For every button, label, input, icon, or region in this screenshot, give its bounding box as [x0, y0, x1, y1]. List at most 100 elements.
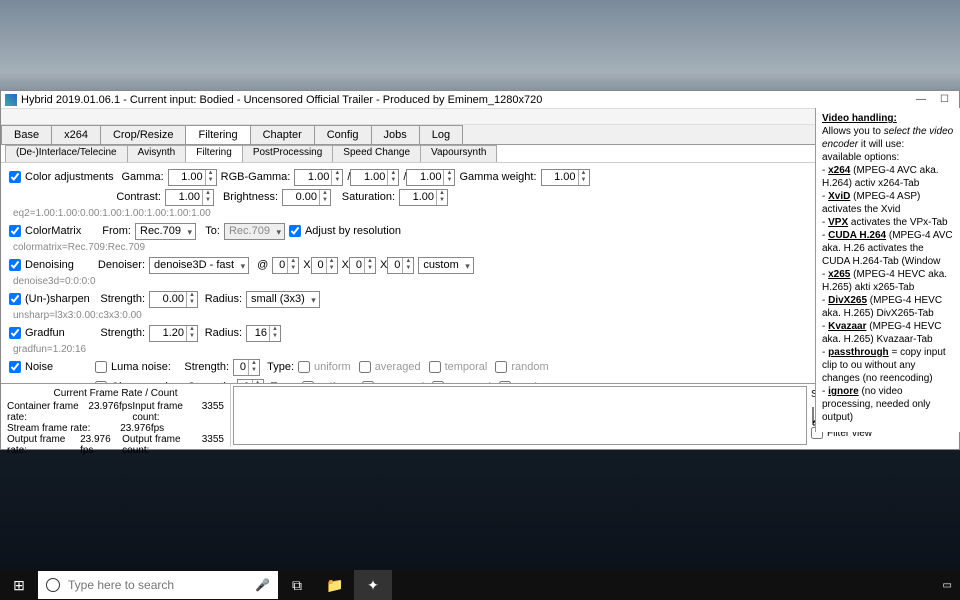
chroma-str-spin[interactable]: ▲▼ — [237, 379, 264, 384]
bright-label: Brightness: — [218, 191, 278, 203]
from-select[interactable]: Rec.709 — [135, 223, 196, 240]
sharp-checkbox[interactable] — [9, 293, 21, 305]
dn4-spin[interactable]: ▲▼ — [387, 257, 414, 274]
tab-crop[interactable]: Crop/Resize — [100, 125, 187, 144]
hybrid-taskbar-button[interactable]: ✦ — [354, 570, 392, 600]
rgb-label: RGB-Gamma: — [221, 171, 291, 183]
app-icon — [5, 94, 17, 106]
gamma-spin[interactable]: ▲▼ — [168, 169, 217, 186]
sharp-label: (Un-)sharpen — [25, 293, 95, 305]
dn1-spin[interactable]: ▲▼ — [272, 257, 299, 274]
luma-checkbox[interactable] — [95, 361, 107, 373]
rgb2-spin[interactable]: ▲▼ — [350, 169, 399, 186]
adjres-label: Adjust by resolution — [305, 225, 401, 237]
luma-temp-cb[interactable] — [429, 361, 441, 373]
preview-area — [233, 386, 807, 445]
gw-label: Gamma weight: — [459, 171, 536, 183]
maximize-button[interactable]: ☐ — [940, 94, 949, 105]
to-label: To: — [200, 225, 220, 237]
tab-chapter[interactable]: Chapter — [250, 125, 315, 144]
search-input[interactable] — [68, 578, 255, 592]
chroma-type-label: Type: — [268, 381, 298, 383]
sharp-rad-select[interactable]: small (3x3) — [246, 291, 320, 308]
taskview-button[interactable]: ⧉ — [278, 570, 316, 600]
grad-checkbox[interactable] — [9, 327, 21, 339]
tab-base[interactable]: Base — [1, 125, 52, 144]
luma-avg-cb[interactable] — [359, 361, 371, 373]
color-label: Color adjustments — [25, 171, 114, 183]
grad-hint: gradfun=1.20:16 — [13, 344, 951, 355]
chroma-avg-cb[interactable] — [362, 381, 374, 383]
luma-uniform-cb[interactable] — [298, 361, 310, 373]
help-title: Video handling: — [822, 113, 897, 124]
from-label: From: — [95, 225, 131, 237]
chroma-rand-cb[interactable] — [499, 381, 511, 383]
titlebar: Hybrid 2019.01.06.1 - Current input: Bod… — [1, 91, 959, 109]
subtab-filtering[interactable]: Filtering — [185, 145, 243, 162]
dn-mode-select[interactable]: custom — [418, 257, 473, 274]
denoiser-select[interactable]: denoise3D - fast — [149, 257, 249, 274]
tab-jobs[interactable]: Jobs — [371, 125, 420, 144]
denoise-hint: denoise3d=0:0:0:0 — [13, 276, 951, 287]
start-button[interactable]: ⊞ — [0, 570, 38, 600]
sharp-str-spin[interactable]: ▲▼ — [149, 291, 198, 308]
luma-str-label: Strength: — [179, 361, 229, 373]
subtab-vapoursynth[interactable]: Vapoursynth — [420, 145, 497, 162]
noise-checkbox[interactable] — [9, 361, 21, 373]
sharp-rad-label: Radius: — [202, 293, 242, 305]
luma-type-label: Type: — [264, 361, 294, 373]
chroma-checkbox[interactable] — [95, 381, 107, 383]
sharp-str-label: Strength: — [95, 293, 145, 305]
chroma-uniform-cb[interactable] — [302, 381, 314, 383]
dn3-spin[interactable]: ▲▼ — [349, 257, 376, 274]
tab-filtering[interactable]: Filtering — [185, 125, 250, 144]
grad-str-spin[interactable]: ▲▼ — [149, 325, 198, 342]
luma-label: Luma noise: — [111, 361, 179, 373]
chroma-label: Chroma noise: — [111, 381, 183, 383]
system-tray[interactable]: ▭ — [943, 580, 960, 591]
color-checkbox[interactable] — [9, 171, 21, 183]
cmatrix-checkbox[interactable] — [9, 225, 21, 237]
tab-config[interactable]: Config — [314, 125, 372, 144]
color-hint: eq2=1.00:1.00:0.00:1.00:1.00:1.00:1.00:1… — [13, 208, 951, 219]
grad-rad-label: Radius: — [202, 327, 242, 339]
cmatrix-hint: colormatrix=Rec.709:Rec.709 — [13, 242, 951, 253]
gamma-label: Gamma: — [114, 171, 164, 183]
search-box[interactable]: 🎤 — [38, 571, 278, 599]
mic-icon[interactable]: 🎤 — [255, 578, 270, 592]
explorer-button[interactable]: 📁 — [316, 570, 354, 600]
sat-spin[interactable]: ▲▼ — [399, 189, 448, 206]
denoise-label: Denoising — [25, 259, 95, 271]
tab-x264[interactable]: x264 — [51, 125, 101, 144]
cmatrix-label: ColorMatrix — [25, 225, 95, 237]
at-label: @ — [257, 259, 268, 271]
to-select: Rec.709 — [224, 223, 285, 240]
chroma-temp-cb[interactable] — [432, 381, 444, 383]
tray-icon[interactable]: ▭ — [943, 580, 952, 591]
minimize-button[interactable]: — — [916, 94, 926, 105]
rgb1-spin[interactable]: ▲▼ — [294, 169, 343, 186]
window-title: Hybrid 2019.01.06.1 - Current input: Bod… — [21, 94, 542, 106]
dn2-spin[interactable]: ▲▼ — [311, 257, 338, 274]
gw-spin[interactable]: ▲▼ — [541, 169, 590, 186]
rgb3-spin[interactable]: ▲▼ — [406, 169, 455, 186]
subtab-avisynth[interactable]: Avisynth — [127, 145, 187, 162]
denoise-checkbox[interactable] — [9, 259, 21, 271]
sharp-hint: unsharp=l3x3:0.00:c3x3:0.00 — [13, 310, 951, 321]
luma-rand-cb[interactable] — [495, 361, 507, 373]
frame-header: Current Frame Rate / Count — [7, 388, 224, 399]
help-panel: Video handling: Allows you to select the… — [815, 108, 960, 432]
subtab-speed[interactable]: Speed Change — [332, 145, 421, 162]
subtab-deinterlace[interactable]: (De-)Interlace/Telecine — [5, 145, 128, 162]
contrast-label: Contrast: — [111, 191, 161, 203]
tab-log[interactable]: Log — [419, 125, 463, 144]
grad-rad-spin[interactable]: ▲▼ — [246, 325, 281, 342]
luma-str-spin[interactable]: ▲▼ — [233, 359, 260, 376]
bright-spin[interactable]: ▲▼ — [282, 189, 331, 206]
contrast-spin[interactable]: ▲▼ — [165, 189, 214, 206]
search-icon — [46, 578, 60, 592]
adjres-checkbox[interactable] — [289, 225, 301, 237]
subtab-postproc[interactable]: PostProcessing — [242, 145, 333, 162]
chroma-str-label: Strength: — [183, 381, 233, 383]
sat-label: Saturation: — [335, 191, 395, 203]
